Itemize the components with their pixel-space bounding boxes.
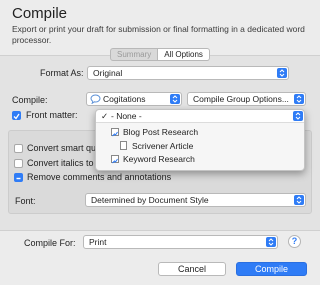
compile-group-popup[interactable]: Cogitations	[86, 92, 182, 106]
convert-italics-checkbox[interactable]	[14, 159, 23, 168]
compile-group-options-button[interactable]: Compile Group Options...	[187, 92, 306, 106]
menu-item-label: Keyword Research	[123, 154, 195, 164]
up-down-chevron-icon	[293, 111, 303, 121]
front-matter-label: Front matter:	[26, 110, 78, 120]
front-matter-menu-selected-row[interactable]: ✓ - None -	[96, 110, 304, 123]
convert-smart-quotes-checkbox[interactable]	[14, 144, 23, 153]
font-label: Font:	[15, 196, 36, 206]
compile-button[interactable]: Compile	[236, 262, 307, 276]
tab-bar: Summary All Options	[110, 48, 210, 61]
compile-for-popup[interactable]: Print	[83, 235, 278, 249]
remove-comments-checkbox[interactable]	[14, 173, 23, 182]
format-as-popup[interactable]: Original	[87, 66, 289, 80]
speech-bubble-icon	[90, 94, 101, 105]
up-down-chevron-icon	[266, 237, 276, 247]
compile-group-options-label: Compile Group Options...	[193, 94, 289, 104]
tab-all-options[interactable]: All Options	[158, 48, 210, 61]
cancel-button[interactable]: Cancel	[158, 262, 226, 276]
up-down-chevron-icon	[294, 195, 304, 205]
compile-group-value: Cogitations	[103, 94, 146, 104]
checkmark-icon: ✓	[101, 111, 109, 121]
format-as-value: Original	[93, 68, 123, 78]
up-down-chevron-icon	[294, 94, 304, 104]
help-button[interactable]: ?	[288, 235, 301, 248]
menu-item-label: Blog Post Research	[123, 127, 199, 137]
compile-label: Compile:	[12, 95, 48, 105]
front-matter-checkbox[interactable]	[12, 111, 21, 120]
front-matter-none-option: - None -	[111, 111, 142, 121]
dialog-subtitle: Export or print your draft for submissio…	[12, 24, 305, 45]
format-as-label: Format As:	[40, 68, 84, 78]
collection-icon	[111, 128, 119, 137]
up-down-chevron-icon	[170, 94, 180, 104]
document-icon	[120, 141, 127, 150]
collection-icon	[111, 155, 119, 164]
font-value: Determined by Document Style	[91, 195, 209, 205]
checkmark-icon	[13, 113, 20, 120]
font-popup[interactable]: Determined by Document Style	[85, 193, 306, 207]
remove-comments-label: Remove comments and annotations	[27, 172, 172, 182]
compile-dialog: Compile Export or print your draft for s…	[0, 0, 320, 285]
compile-for-label: Compile For:	[24, 238, 76, 248]
menu-item-label: Scrivener Article	[132, 141, 194, 151]
tab-summary[interactable]: Summary	[110, 48, 159, 61]
front-matter-menu: ✓ - None - Blog Post Research Scrivener …	[95, 109, 305, 171]
dash-icon	[16, 177, 21, 180]
compile-for-value: Print	[89, 237, 107, 247]
dialog-title: Compile	[12, 5, 68, 22]
up-down-chevron-icon	[277, 68, 287, 78]
